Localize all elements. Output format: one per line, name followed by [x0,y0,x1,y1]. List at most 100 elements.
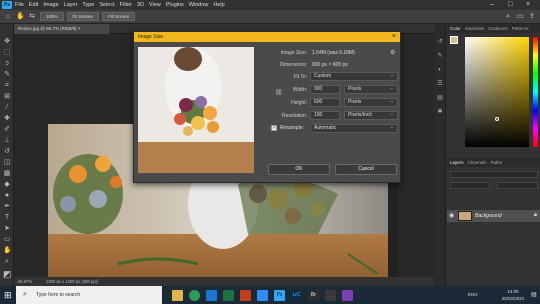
properties-panel-icon[interactable]: ☰ [436,80,444,88]
width-input[interactable]: 900 [310,85,340,94]
color-picker-field[interactable] [465,37,529,147]
ok-button[interactable]: OK [268,164,330,175]
photoshop-taskbar-icon[interactable]: Ps [274,289,285,301]
gradient-tool-icon[interactable]: ▦ [3,170,11,178]
layer-row-background[interactable]: ◉ Background 🔒︎ [447,210,540,222]
menu-image[interactable]: Image [43,2,58,8]
pen-tool-icon[interactable]: ✒ [3,203,11,211]
brush-panel-icon[interactable]: ✎ [436,52,444,60]
tab-swatches[interactable]: Swatches [465,26,485,31]
width-unit-select[interactable]: Pixels [344,85,398,94]
resolution-input[interactable]: 100 [310,111,340,120]
dialog-preview[interactable] [138,47,254,173]
resample-checkbox[interactable]: ✓ [271,125,277,131]
share-icon[interactable]: ⇪ [528,13,536,21]
move-tool-icon[interactable]: ✥ [3,38,11,46]
foreground-color-swatch[interactable] [450,36,458,44]
clone-stamp-icon[interactable]: ⊥ [3,137,11,145]
zoom-100-button[interactable]: 100% [40,12,64,21]
taskbar-search[interactable]: ⌕ Type here to search [16,286,162,304]
bridge-icon[interactable]: Br [308,289,319,301]
color-swatches-icon[interactable]: ◩ [3,270,12,279]
chrome-icon[interactable] [189,289,200,301]
menu-filter[interactable]: Filter [120,2,132,8]
misc-app-icon[interactable] [325,289,336,301]
visibility-eye-icon[interactable]: ◉ [449,212,454,219]
status-zoom[interactable]: 66.67% [18,277,32,286]
menu-help[interactable]: Help [213,2,224,8]
tab-layers[interactable]: Layers [450,160,464,165]
layer-filter-field[interactable] [450,171,538,178]
tab-channels[interactable]: Channels [468,160,487,165]
resample-select[interactable]: Automatic [310,124,398,133]
menu-view[interactable]: View [149,2,161,8]
adjustments-panel-icon[interactable]: ◐ [436,66,444,74]
cancel-button[interactable]: Cancel [335,164,397,175]
windows-start-icon[interactable]: ⊞ [4,290,12,301]
menu-type[interactable]: Type [82,2,94,8]
eraser-tool-icon[interactable]: ◫ [3,159,11,167]
height-input[interactable]: 600 [310,98,340,107]
close-window-icon[interactable]: × [526,0,530,10]
outlook-icon[interactable] [206,289,217,301]
taskbar-date[interactable]: 25/02/2021 [498,296,528,301]
menu-edit[interactable]: Edit [29,2,38,8]
brush-tool-icon[interactable]: ✐ [3,126,11,134]
minimize-icon[interactable]: – [490,0,494,10]
taskbar-time[interactable]: 14:05 [500,289,526,294]
fit-to-select[interactable]: Custom [310,72,398,81]
tab-paths[interactable]: Paths [491,160,503,165]
document-tab[interactable]: Resize.jpg @ 66.7% (RGB/8) × [14,24,109,34]
marquee-tool-icon[interactable]: ⬚ [3,49,11,57]
taskbar-language[interactable]: ENG [468,292,478,297]
zoom-tool-icon[interactable]: ⌕ [3,258,11,266]
close-tab-icon[interactable]: × [78,26,81,31]
menu-3d[interactable]: 3D [137,2,144,8]
gear-icon[interactable]: ⚙ [390,49,395,56]
fill-screen-button[interactable]: Fill Screen [102,12,136,21]
layer-name[interactable]: Background [475,213,502,219]
notification-icon[interactable]: ▤ [531,291,537,298]
libraries-panel-icon[interactable]: ▤ [436,94,444,102]
history-panel-icon[interactable]: ↺ [436,38,444,46]
opacity-field[interactable] [497,182,538,189]
resolution-unit-select[interactable]: Pixels/Inch [344,111,398,120]
color-picker-handle[interactable] [495,117,499,121]
scroll-all-icon[interactable]: ⇆ [28,13,36,21]
quick-select-tool-icon[interactable]: ✎ [3,71,11,79]
fit-screen-button[interactable]: Fit Screen [66,12,100,21]
tab-gradients[interactable]: Gradients [488,26,508,31]
styles-panel-icon[interactable]: ✱ [436,108,444,116]
powerpoint-icon[interactable] [240,289,251,301]
menu-layer[interactable]: Layer [64,2,78,8]
dodge-tool-icon[interactable]: ● [3,192,11,200]
blend-mode-select[interactable] [450,182,490,189]
hue-slider[interactable] [533,37,538,147]
type-tool-icon[interactable]: T [3,214,11,222]
height-unit-select[interactable]: Pixels [344,98,398,107]
history-brush-icon[interactable]: ↺ [3,148,11,156]
hand-tool-side-icon[interactable]: ✋ [3,247,12,255]
menu-plugins[interactable]: Plugins [166,2,184,8]
blur-tool-icon[interactable]: ◆ [3,181,11,189]
app-icon-purple[interactable] [342,289,353,301]
hand-tool-icon[interactable]: ✋ [16,13,25,21]
file-explorer-icon[interactable] [172,289,183,301]
lightroom-classic-icon[interactable]: LrC [291,289,302,301]
eyedropper-tool-icon[interactable]: ⁄ [3,104,11,112]
shape-tool-icon[interactable]: ▭ [3,236,11,244]
home-icon[interactable]: ⌂ [4,13,12,21]
path-select-icon[interactable]: ➤ [3,225,11,233]
healing-brush-icon[interactable]: ✚ [3,115,11,123]
menu-select[interactable]: Select [99,2,114,8]
lasso-tool-icon[interactable]: ↄ [3,60,11,68]
excel-icon[interactable] [223,289,234,301]
tab-color[interactable]: Color [450,26,461,31]
menu-window[interactable]: Window [189,2,209,8]
workspace-icon[interactable]: ▭ [516,13,524,21]
maximize-icon[interactable]: □ [508,0,512,10]
tab-patterns[interactable]: Patterns [512,26,529,31]
zoom-icon[interactable] [257,289,268,301]
menu-file[interactable]: File [15,2,24,8]
lock-icon[interactable]: 🔒︎ [534,212,537,219]
